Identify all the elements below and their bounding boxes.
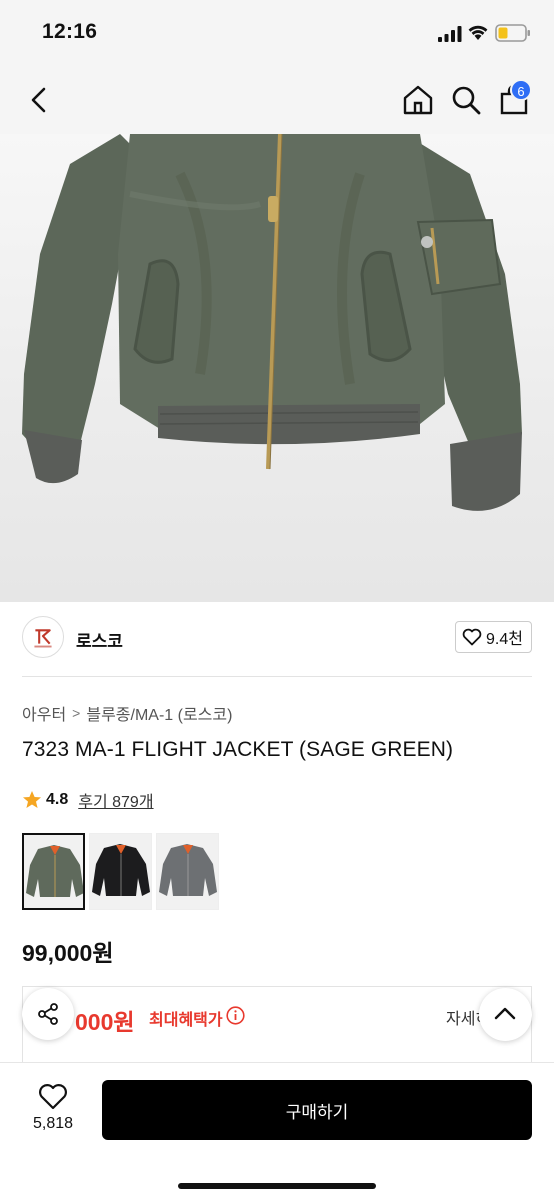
bottom-purchase-bar: 5,818 구매하기 <box>0 1062 554 1200</box>
info-icon[interactable] <box>226 1006 245 1025</box>
brand-logo[interactable] <box>22 616 64 658</box>
color-option-grey[interactable] <box>156 833 219 910</box>
brand-name[interactable]: 로스코 <box>76 627 123 652</box>
star-icon <box>23 791 41 808</box>
chevron-up-icon <box>494 1007 516 1020</box>
wifi-icon <box>468 25 488 40</box>
breadcrumb-subcategory[interactable]: 블루종/MA-1 (로스코) <box>86 701 232 725</box>
review-count-link[interactable]: 후기 879개 <box>78 788 153 812</box>
wishlist-count: 5,818 <box>32 1115 74 1132</box>
divider <box>22 676 532 677</box>
product-price: 99,000원 <box>22 940 114 966</box>
search-icon[interactable] <box>450 84 482 116</box>
battery-icon <box>495 24 530 42</box>
back-arrow-icon[interactable] <box>26 86 52 114</box>
scroll-to-top-button[interactable] <box>479 988 532 1041</box>
color-option-black[interactable] <box>89 833 152 910</box>
home-indicator <box>178 1183 376 1189</box>
cart-count-badge: 6 <box>510 79 532 101</box>
heart-outline-icon[interactable] <box>38 1083 68 1110</box>
benefit-price: 000원 <box>75 1009 135 1035</box>
brand-like-count: 9.4천 <box>486 631 523 648</box>
share-icon <box>38 1003 58 1025</box>
heart-outline-icon <box>462 628 482 646</box>
product-title: 7323 MA-1 FLIGHT JACKET (SAGE GREEN) <box>22 738 454 761</box>
rating-row: 4.8 후기 879개 <box>22 788 154 812</box>
product-main-image[interactable] <box>0 134 554 602</box>
top-navigation-bar: 6 <box>0 66 554 134</box>
share-button[interactable] <box>22 988 74 1040</box>
buy-button[interactable]: 구매하기 <box>102 1080 532 1140</box>
benefit-label: 최대혜택가 <box>149 1012 223 1029</box>
breadcrumb-category[interactable]: 아우터 <box>22 701 66 725</box>
color-options <box>22 833 219 910</box>
jacket-illustration <box>22 134 522 511</box>
thumb-jacket-grey <box>159 844 217 896</box>
color-option-sage-green[interactable] <box>22 833 85 910</box>
rating-value: 4.8 <box>46 791 69 808</box>
thumb-jacket-black <box>92 844 150 896</box>
thumb-jacket-sage-green <box>26 845 83 897</box>
status-time: 12:16 <box>42 20 98 43</box>
brand-row[interactable]: 로스코 9.4천 <box>22 616 532 662</box>
cellular-signal-icon <box>438 26 462 42</box>
breadcrumb-separator: > <box>72 705 81 721</box>
status-bar: 12:16 <box>0 0 554 66</box>
home-icon[interactable] <box>402 84 434 116</box>
breadcrumb: 아우터 > 블루종/MA-1 (로스코) <box>22 701 232 725</box>
brand-like-button[interactable]: 9.4천 <box>455 621 532 653</box>
